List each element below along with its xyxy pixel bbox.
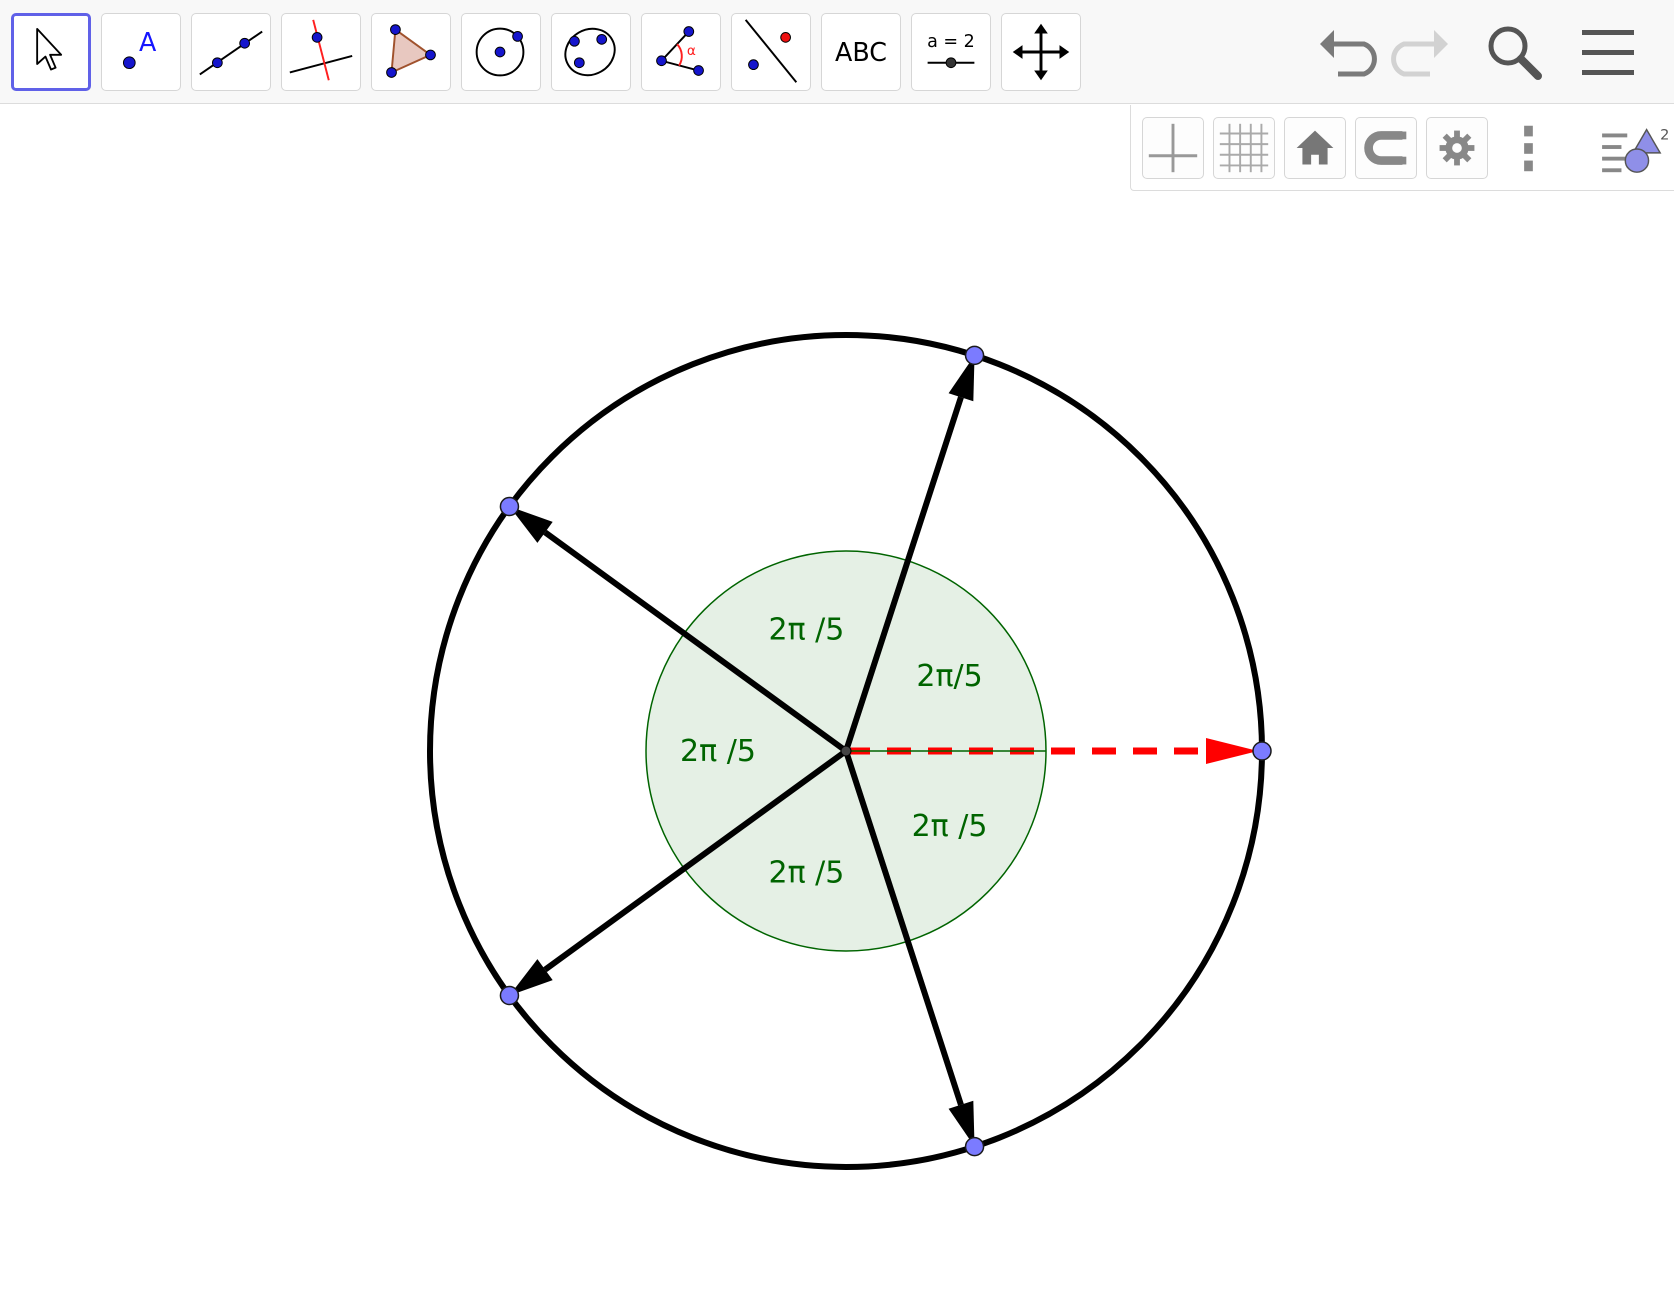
menu-button[interactable] (1578, 22, 1638, 82)
vector-endpoint[interactable] (499, 985, 520, 1006)
angle-label: 2π /5 (912, 809, 988, 844)
menu-icon (1582, 30, 1634, 75)
reflect-tool-button[interactable] (731, 13, 811, 91)
angle-icon: α (656, 26, 704, 76)
point-icon-glyph: A (139, 27, 157, 57)
slider-icon: a = 2 (927, 32, 975, 69)
center-point[interactable] (840, 745, 852, 757)
graphics-view-2-button[interactable]: 2 (1595, 117, 1674, 179)
settings-button[interactable] (1426, 117, 1488, 179)
angle-label: 2π /5 (680, 734, 756, 769)
reference-endpoint[interactable] (1252, 741, 1272, 761)
graphics-style-bar: 2 (1130, 105, 1674, 191)
graphics-view[interactable]: 2π/5 2π /5 2π /5 2π /5 2π /5 (0, 192, 1674, 1306)
slider-tool-button[interactable]: a = 2 (911, 13, 991, 91)
circle-center-point-tool-button[interactable] (461, 13, 541, 91)
axes-toggle-button[interactable] (1142, 117, 1204, 179)
home-view-button[interactable] (1284, 117, 1346, 179)
conic-through-points-tool-button[interactable] (551, 13, 631, 91)
search-icon (1488, 26, 1542, 80)
search-button[interactable] (1484, 22, 1544, 82)
settings-icon (1439, 130, 1475, 166)
grid-toggle-icon (1219, 123, 1269, 173)
text-tool-button[interactable]: ABC (821, 13, 901, 91)
angle-tool-button[interactable]: α (641, 13, 721, 91)
point-icon: A (122, 27, 157, 70)
point-capturing-button[interactable] (1355, 117, 1417, 179)
angle-label: 2π /5 (769, 856, 845, 891)
vector-endpoint[interactable] (499, 496, 520, 517)
graphics-view-badge: 2 (1660, 127, 1669, 143)
axes-toggle-icon (1148, 123, 1198, 173)
reflect-icon (744, 19, 798, 83)
graphics-view-2-icon: 2 (1602, 127, 1669, 173)
polygon-icon (386, 24, 436, 78)
undo-button[interactable] (1318, 22, 1378, 82)
redo-button[interactable] (1390, 22, 1450, 82)
vector-endpoint[interactable] (964, 1136, 985, 1157)
line-tool-button[interactable] (191, 13, 271, 91)
move-arrows-icon (1012, 23, 1070, 81)
home-icon (1296, 130, 1334, 165)
conic-icon (564, 27, 616, 77)
text-tool-label: ABC (835, 37, 887, 67)
move-tool-button[interactable] (11, 13, 91, 91)
main-toolbar: A α ABC a = 2 (0, 0, 1674, 104)
polygon-tool-button[interactable] (371, 13, 451, 91)
perpendicular-line-tool-button[interactable] (281, 13, 361, 91)
grid-toggle-button[interactable] (1213, 117, 1275, 179)
perpendicular-line-icon (289, 19, 353, 81)
move-graphics-view-tool-button[interactable] (1001, 13, 1081, 91)
vector-endpoint[interactable] (964, 345, 985, 366)
point-capturing-icon (1364, 131, 1407, 165)
redo-icon (1391, 30, 1448, 77)
point-tool-button[interactable]: A (101, 13, 181, 91)
angle-icon-glyph: α (687, 43, 696, 59)
circle-center-icon (475, 27, 525, 77)
line-icon (199, 30, 263, 76)
reference-vector-arrowhead (1206, 738, 1258, 764)
more-options-button[interactable] (1497, 117, 1559, 179)
cursor-arrow-icon (36, 28, 63, 71)
slider-tool-label: a = 2 (927, 32, 975, 52)
text-icon: ABC (835, 37, 887, 67)
more-vert-icon (1524, 125, 1533, 172)
undo-icon (1320, 30, 1377, 77)
angle-label: 2π/5 (916, 659, 982, 694)
angle-label: 2π /5 (769, 612, 845, 647)
